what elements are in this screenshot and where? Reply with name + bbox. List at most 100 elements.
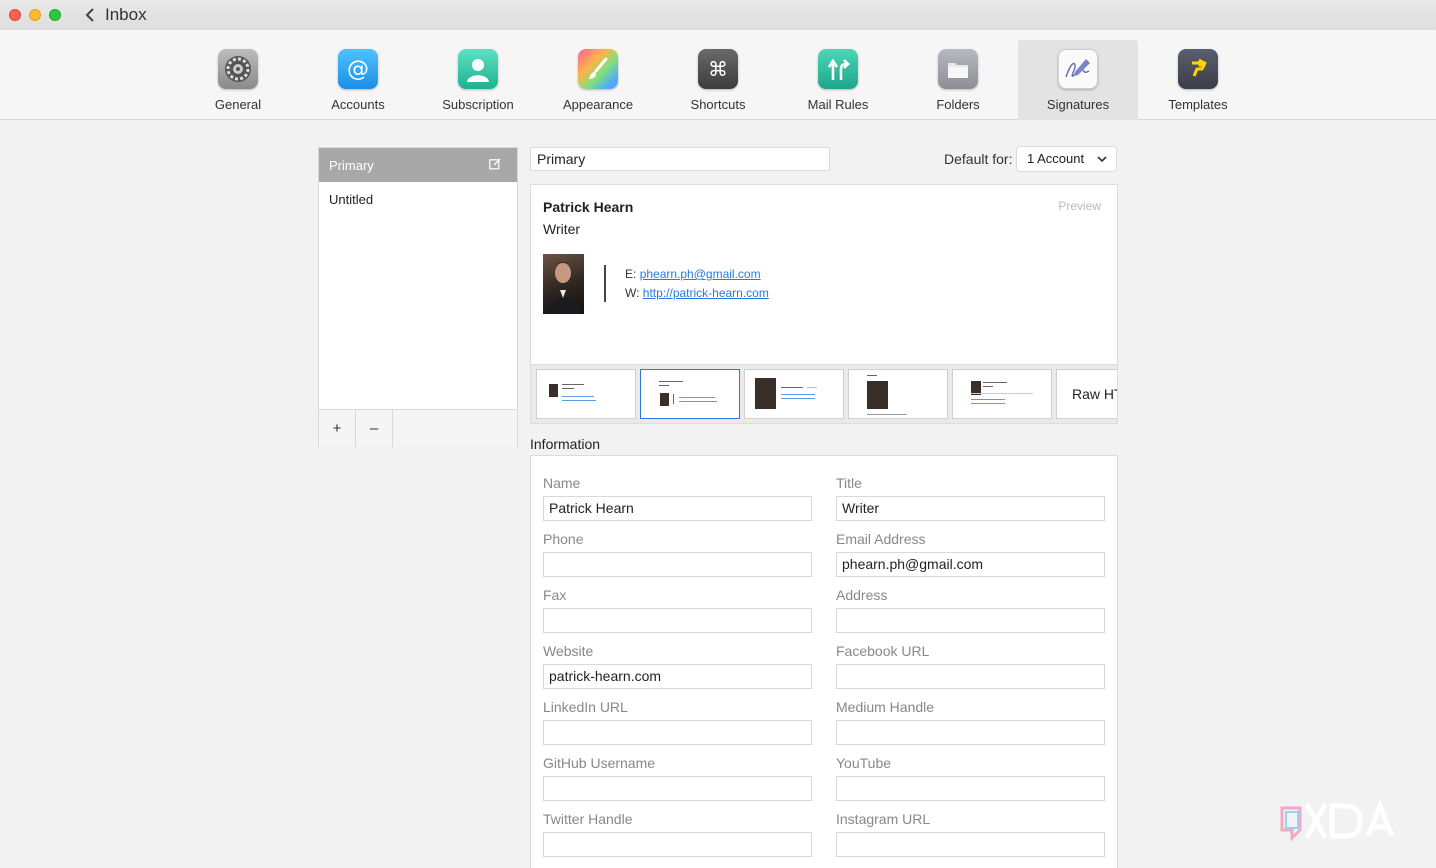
field-label: GitHub Username xyxy=(543,755,656,771)
tab-folders[interactable]: Folders xyxy=(898,40,1018,120)
xda-logo xyxy=(1280,800,1395,842)
add-signature-button[interactable]: + xyxy=(319,410,356,447)
medium-input[interactable] xyxy=(836,720,1105,745)
field-label: Address xyxy=(836,587,888,603)
website-input[interactable]: patrick-hearn.com xyxy=(543,664,812,689)
template-thumbnail[interactable] xyxy=(952,369,1052,419)
signature-preview: Preview Patrick Hearn Writer E: phearn.p… xyxy=(530,184,1118,365)
facebook-input[interactable] xyxy=(836,664,1105,689)
signature-item-primary[interactable]: Primary xyxy=(319,148,517,182)
title-bar: Inbox xyxy=(0,0,1436,30)
fax-field: Fax xyxy=(543,587,812,633)
tab-label: Folders xyxy=(936,97,980,112)
minimize-window-button[interactable] xyxy=(29,9,41,21)
instagram-field: Instagram URL xyxy=(836,811,1105,857)
twitter-input[interactable] xyxy=(543,832,812,857)
paintbrush-icon xyxy=(578,49,618,89)
phone-field: Phone xyxy=(543,531,812,577)
signature-name-input[interactable]: Primary xyxy=(530,147,830,171)
tab-accounts[interactable]: @ Accounts xyxy=(298,40,418,120)
address-field: Address xyxy=(836,587,1105,633)
close-window-button[interactable] xyxy=(9,9,21,21)
template-thumbnail[interactable] xyxy=(536,369,636,419)
tab-label: Appearance xyxy=(562,97,634,112)
template-thumbnail-selected[interactable] xyxy=(640,369,740,419)
zoom-window-button[interactable] xyxy=(49,9,61,21)
email-field: Email Address phearn.ph@gmail.com xyxy=(836,531,1105,577)
tab-label: Subscription xyxy=(442,97,514,112)
title-input[interactable]: Writer xyxy=(836,496,1105,521)
tab-subscription[interactable]: Subscription xyxy=(418,40,538,120)
tab-label: Mail Rules xyxy=(807,97,869,112)
tab-templates[interactable]: Templates xyxy=(1138,40,1258,120)
back-button[interactable]: Inbox xyxy=(83,5,147,25)
name-input[interactable]: Patrick Hearn xyxy=(543,496,812,521)
remove-signature-button[interactable]: – xyxy=(356,410,393,447)
medium-field: Medium Handle xyxy=(836,699,1105,745)
template-thumbnail[interactable] xyxy=(848,369,948,419)
tab-mail-rules[interactable]: Mail Rules xyxy=(778,40,898,120)
tab-general[interactable]: General xyxy=(178,40,298,120)
profile-photo xyxy=(543,254,584,314)
preview-name: Patrick Hearn xyxy=(543,199,634,215)
at-icon: @ xyxy=(338,49,378,89)
template-icon xyxy=(1178,49,1218,89)
email-prefix: E: xyxy=(625,267,637,281)
field-label: Medium Handle xyxy=(836,699,935,715)
arrows-icon xyxy=(818,49,858,89)
field-label: Fax xyxy=(543,587,567,603)
preview-email-link[interactable]: phearn.ph@gmail.com xyxy=(640,267,761,281)
address-input[interactable] xyxy=(836,608,1105,633)
template-strip: Raw HT xyxy=(530,364,1118,424)
web-prefix: W: xyxy=(625,286,640,300)
divider xyxy=(604,265,606,302)
instagram-input[interactable] xyxy=(836,832,1105,857)
template-thumbnail[interactable] xyxy=(744,369,844,419)
back-label: Inbox xyxy=(105,5,147,24)
linkedin-field: LinkedIn URL xyxy=(543,699,812,745)
edit-icon[interactable] xyxy=(489,158,501,170)
chevron-down-icon xyxy=(1097,156,1107,163)
phone-input[interactable] xyxy=(543,552,812,577)
preview-website-line: W: http://patrick-hearn.com xyxy=(625,286,769,300)
linkedin-input[interactable] xyxy=(543,720,812,745)
youtube-field: YouTube xyxy=(836,755,1105,801)
tab-appearance[interactable]: Appearance xyxy=(538,40,658,120)
twitter-field: Twitter Handle xyxy=(543,811,812,857)
preview-tag: Preview xyxy=(1058,199,1101,213)
github-field: GitHub Username xyxy=(543,755,812,801)
window-controls xyxy=(9,9,61,21)
raw-html-template[interactable]: Raw HT xyxy=(1056,369,1117,419)
svg-text:@: @ xyxy=(347,57,369,82)
preview-email-line: E: phearn.ph@gmail.com xyxy=(625,267,761,281)
signature-list: Primary Untitled + – xyxy=(318,147,518,447)
name-field: Name Patrick Hearn xyxy=(543,475,812,521)
website-field: Website patrick-hearn.com xyxy=(543,643,812,689)
information-heading: Information xyxy=(530,436,601,452)
signature-icon xyxy=(1058,49,1098,89)
tab-signatures[interactable]: Signatures xyxy=(1018,40,1138,120)
tab-label: Shortcuts xyxy=(690,97,746,112)
default-for-value: 1 Account xyxy=(1027,151,1085,166)
field-label: Facebook URL xyxy=(836,643,930,659)
tab-shortcuts[interactable]: ⌘ Shortcuts xyxy=(658,40,778,120)
signature-item-untitled[interactable]: Untitled xyxy=(319,182,517,216)
tab-label: General xyxy=(214,97,262,112)
preferences-toolbar: General @ Accounts Subscription Appearan… xyxy=(0,30,1436,120)
github-input[interactable] xyxy=(543,776,812,801)
email-input[interactable]: phearn.ph@gmail.com xyxy=(836,552,1105,577)
field-label: Email Address xyxy=(836,531,926,547)
tab-label: Accounts xyxy=(331,97,385,112)
command-icon: ⌘ xyxy=(698,49,738,89)
field-label: LinkedIn URL xyxy=(543,699,628,715)
fax-input[interactable] xyxy=(543,608,812,633)
tab-label: Signatures xyxy=(1046,97,1110,112)
default-for-select[interactable]: 1 Account xyxy=(1016,146,1117,172)
title-field: Title Writer xyxy=(836,475,1105,521)
tab-label: Templates xyxy=(1168,97,1228,112)
youtube-input[interactable] xyxy=(836,776,1105,801)
field-label: Instagram URL xyxy=(836,811,931,827)
preview-title: Writer xyxy=(543,221,581,237)
gear-icon xyxy=(218,49,258,89)
preview-website-link[interactable]: http://patrick-hearn.com xyxy=(643,286,769,300)
